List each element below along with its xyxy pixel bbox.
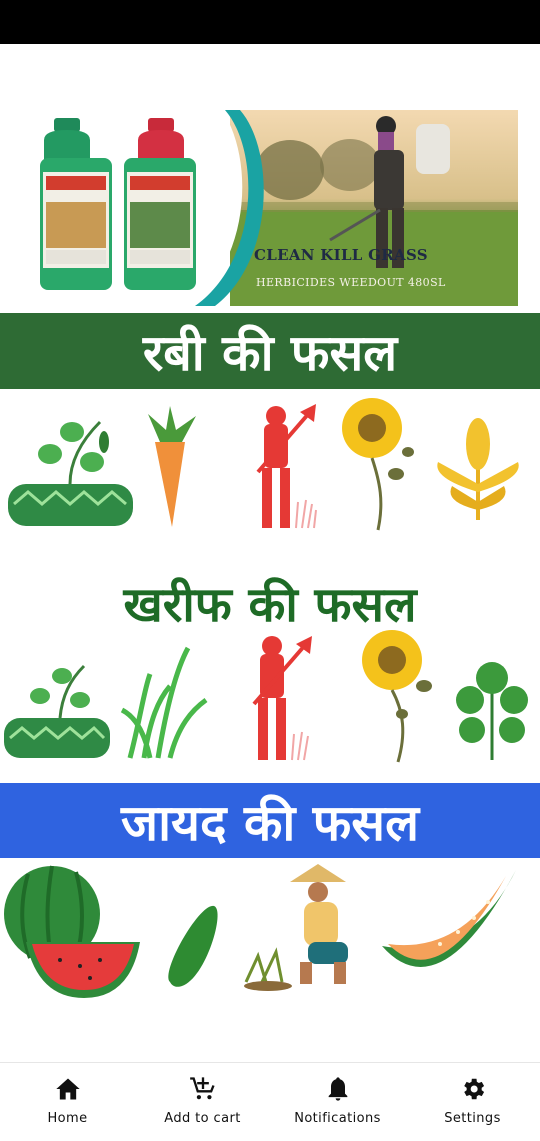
gear-icon (463, 1078, 484, 1100)
sunflower-icon (342, 398, 414, 531)
melon-slice-icon (382, 870, 516, 967)
nav-home[interactable]: Home (0, 1063, 135, 1141)
banner-subtitle: HERBICIDES WEEDOUT 480SL (256, 276, 446, 289)
kharif-crops-strip[interactable] (0, 630, 540, 768)
coriander-leaf-icon (456, 662, 528, 760)
sunflower-icon (362, 630, 432, 763)
nav-notifications-label: Notifications (294, 1111, 381, 1126)
banner-title: CLEAN KILL GRASS (254, 246, 428, 264)
promo-banner[interactable]: CLEAN KILL GRASS HERBICIDES WEEDOUT 480S… (30, 110, 518, 306)
watermelon-icon (4, 865, 140, 998)
farmer-planting-icon (244, 864, 348, 991)
vine-plant-icon (4, 664, 110, 758)
zayad-season-header[interactable]: जायद की फसल (0, 783, 540, 858)
bottom-navigation: Home Add to cart Notifications Settings (0, 1062, 540, 1141)
rabi-season-header[interactable]: रबी की फसल (0, 313, 540, 389)
grass-plant-icon (120, 646, 208, 759)
cucumber-icon (168, 905, 218, 987)
green-bottle (40, 118, 112, 290)
rabi-season-title: रबी की फसल (142, 324, 398, 382)
red-bottle (124, 118, 196, 290)
nav-notifications[interactable]: Notifications (270, 1063, 405, 1141)
bell-icon (328, 1077, 347, 1101)
add-to-cart-icon (189, 1077, 215, 1100)
zayad-crops-strip[interactable] (0, 862, 540, 1002)
farmer-hoe-icon (252, 636, 312, 761)
rabi-crops-strip[interactable] (0, 392, 540, 534)
nav-add-to-cart-label: Add to cart (164, 1111, 241, 1126)
carrot-icon (148, 406, 196, 527)
nav-settings[interactable]: Settings (405, 1063, 540, 1141)
wheat-icon (437, 418, 519, 520)
zayad-season-title: जायद की फसल (120, 793, 419, 852)
nav-add-to-cart[interactable]: Add to cart (135, 1063, 270, 1141)
vine-plant-icon (8, 420, 133, 526)
home-icon (55, 1078, 80, 1100)
farmer-hoe-icon (256, 404, 317, 529)
nav-settings-label: Settings (444, 1111, 501, 1126)
nav-home-label: Home (47, 1111, 88, 1126)
status-bar (0, 0, 540, 44)
